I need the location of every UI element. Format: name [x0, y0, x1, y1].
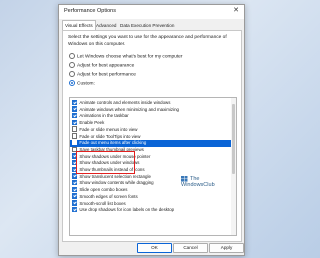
visual-effects-panel: Select the settings you want to use for … — [62, 30, 242, 242]
ok-button[interactable]: OK — [137, 243, 172, 253]
checkbox-checked-icon — [72, 119, 78, 126]
checkbox-checked-icon — [72, 99, 78, 106]
setting-item[interactable]: Use drop shadows for icon labels on the … — [70, 206, 232, 214]
performance-options-dialog: Performance Options ✕ Visual Effects Adv… — [58, 4, 245, 256]
scrollbar-thumb[interactable] — [232, 104, 235, 174]
setting-item[interactable]: Fade or slide menus into view — [70, 126, 232, 134]
setting-item[interactable]: Fade or slide ToolTips into view — [70, 133, 232, 141]
list-scrollbar[interactable] — [231, 98, 236, 235]
checkbox-checked-icon — [72, 173, 78, 179]
setting-item[interactable]: Animate windows when minimizing and maxi… — [70, 106, 232, 114]
apply-button[interactable]: Apply — [209, 243, 244, 253]
radio-custom[interactable]: Custom: — [69, 79, 95, 87]
tab-advanced[interactable]: Advanced — [94, 21, 118, 30]
radio-label: Adjust for best appearance — [77, 63, 135, 69]
setting-item[interactable]: Smooth edges of screen fonts — [70, 193, 232, 201]
checkbox-checked-icon — [72, 200, 78, 206]
checkbox-unchecked-icon — [72, 126, 78, 132]
description-text: Select the settings you want to use for … — [68, 35, 227, 47]
radio-button-icon — [69, 70, 75, 77]
radio-label: Let Windows choose what's best for my co… — [77, 54, 183, 60]
radio-label: Custom: — [77, 81, 95, 87]
title-bar: Performance Options ✕ — [59, 5, 244, 19]
custom-settings-list[interactable]: Animate controls and elements inside win… — [69, 97, 237, 236]
checkbox-unchecked-icon — [72, 139, 78, 146]
radio-button-selected-icon — [69, 79, 75, 86]
setting-item[interactable]: Animations in the taskbar — [70, 113, 232, 120]
radio-best-performance[interactable]: Adjust for best performance — [69, 70, 136, 78]
setting-item[interactable]: Animate controls and elements inside win… — [70, 99, 232, 107]
radio-label: Adjust for best performance — [77, 72, 136, 78]
checkbox-checked-icon — [72, 113, 78, 119]
radio-best-appearance[interactable]: Adjust for best appearance — [69, 61, 135, 69]
close-icon[interactable]: ✕ — [233, 7, 239, 15]
radio-button-icon — [69, 52, 75, 59]
setting-item-selected[interactable]: Fade out menu items after clicking — [70, 139, 232, 147]
window-title: Performance Options — [64, 8, 116, 14]
radio-let-windows-choose[interactable]: Let Windows choose what's best for my co… — [69, 52, 183, 60]
checkbox-checked-icon — [72, 206, 78, 213]
checkbox-checked-icon — [72, 186, 78, 193]
setting-item[interactable]: Slide open combo boxes — [70, 186, 232, 194]
checkbox-checked-icon — [72, 106, 78, 112]
highlight-box — [76, 151, 135, 174]
thewindowsclub-logo-icon — [181, 176, 188, 182]
cancel-button[interactable]: Cancel — [173, 243, 208, 253]
setting-item[interactable]: Enable Peek — [70, 119, 232, 127]
setting-item[interactable]: Smooth-scroll list boxes — [70, 200, 232, 208]
checkbox-checked-icon — [72, 180, 78, 186]
radio-button-icon — [69, 61, 75, 68]
checkbox-checked-icon — [72, 193, 78, 199]
checkbox-unchecked-icon — [72, 133, 78, 139]
watermark-line2: WindowsClub — [181, 182, 215, 188]
dialog-button-bar: OK Cancel Apply — [59, 243, 244, 255]
tab-data-execution-prevention[interactable]: Data Execution Prevention — [118, 21, 176, 30]
thewindowsclub-watermark: The WindowsClub — [181, 176, 221, 188]
